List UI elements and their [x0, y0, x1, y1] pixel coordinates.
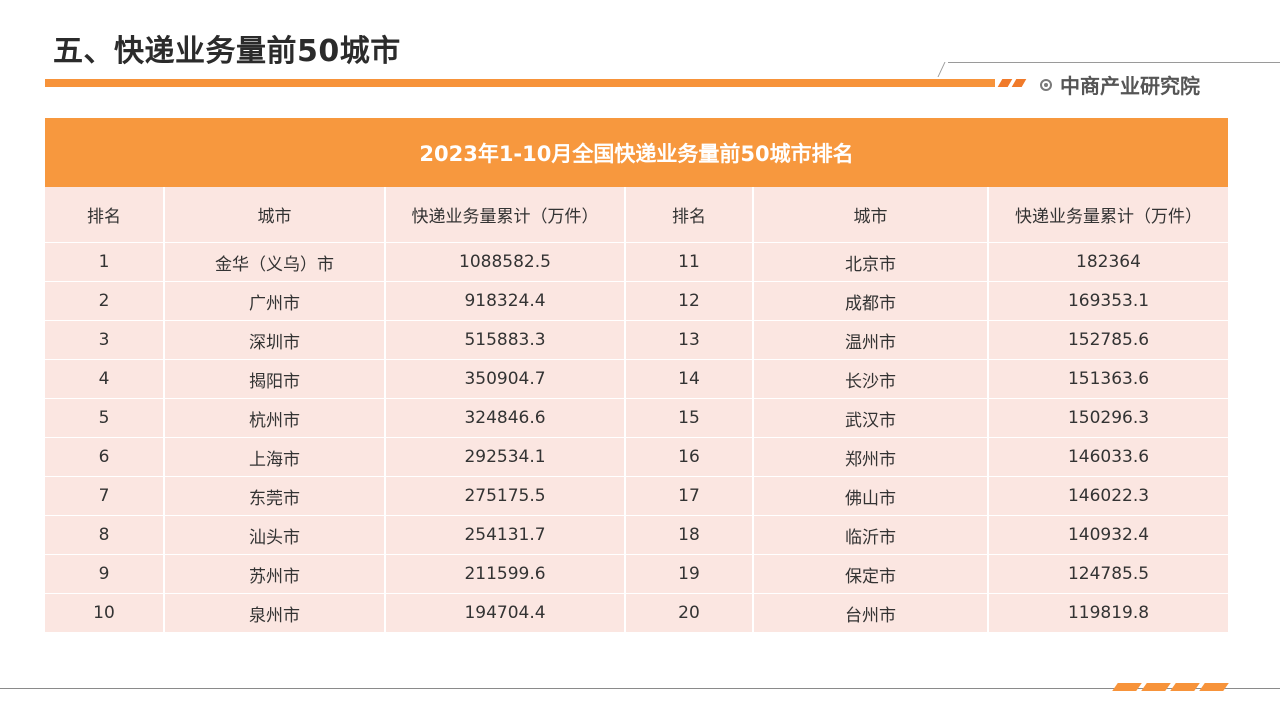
cell-city: 深圳市 [164, 320, 386, 360]
cell-rank: 4 [45, 359, 165, 399]
cell-city: 金华（义乌）市 [164, 242, 386, 282]
cell-rank: 13 [625, 320, 754, 360]
cell-rank: 20 [625, 593, 754, 633]
brand-logo: 中商产业研究院 [1040, 70, 1200, 99]
cell-rank: 9 [45, 554, 165, 594]
col-header-rank: 排名 [625, 187, 754, 243]
cell-rank: 6 [45, 437, 165, 477]
cell-city: 东莞市 [164, 476, 386, 516]
table-row: 9 苏州市 211599.6 19 保定市 124785.5 [45, 554, 1228, 594]
cell-value: 119819.8 [988, 593, 1228, 633]
cell-value: 350904.7 [385, 359, 626, 399]
cell-value: 194704.4 [385, 593, 626, 633]
cell-value: 275175.5 [385, 476, 626, 516]
cell-rank: 1 [45, 242, 165, 282]
cell-value: 146033.6 [988, 437, 1228, 477]
cell-rank: 17 [625, 476, 754, 516]
brand-name: 中商产业研究院 [1060, 74, 1200, 98]
cell-city: 苏州市 [164, 554, 386, 594]
table-row: 8 汕头市 254131.7 18 临沂市 140932.4 [45, 515, 1228, 555]
cell-city: 郑州市 [753, 437, 989, 477]
title-underline-bar [45, 79, 995, 87]
cell-city: 上海市 [164, 437, 386, 477]
cell-city: 保定市 [753, 554, 989, 594]
cell-value: 146022.3 [988, 476, 1228, 516]
table-row: 3 深圳市 515883.3 13 温州市 152785.6 [45, 320, 1228, 360]
cell-rank: 11 [625, 242, 754, 282]
cell-city: 北京市 [753, 242, 989, 282]
table-row: 7 东莞市 275175.5 17 佛山市 146022.3 [45, 476, 1228, 516]
cell-value: 324846.6 [385, 398, 626, 438]
cell-city: 温州市 [753, 320, 989, 360]
cell-value: 292534.1 [385, 437, 626, 477]
table-row: 10 泉州市 194704.4 20 台州市 119819.8 [45, 593, 1228, 633]
cell-city: 台州市 [753, 593, 989, 633]
col-header-city: 城市 [753, 187, 989, 243]
cell-city: 成都市 [753, 281, 989, 321]
table-row: 2 广州市 918324.4 12 成都市 169353.1 [45, 281, 1228, 321]
cell-rank: 19 [625, 554, 754, 594]
footer-accent-stripes [1112, 683, 1229, 691]
cell-value: 140932.4 [988, 515, 1228, 555]
header-divider-line [948, 62, 1280, 63]
cell-value: 124785.5 [988, 554, 1228, 594]
table-row: 5 杭州市 324846.6 15 武汉市 150296.3 [45, 398, 1228, 438]
cell-rank: 8 [45, 515, 165, 555]
page-title: 五、快递业务量前50城市 [53, 34, 401, 69]
cell-rank: 12 [625, 281, 754, 321]
cell-city: 长沙市 [753, 359, 989, 399]
table-row: 4 揭阳市 350904.7 14 长沙市 151363.6 [45, 359, 1228, 399]
table-row: 1 金华（义乌）市 1088582.5 11 北京市 182364 [45, 242, 1228, 282]
col-header-volume: 快递业务量累计（万件） [385, 187, 626, 243]
cell-city: 临沂市 [753, 515, 989, 555]
header-accent-stripes [997, 79, 1027, 87]
ranking-table: 2023年1-10月全国快递业务量前50城市排名 排名 城市 快递业务量累计（万… [45, 118, 1228, 633]
table-row: 6 上海市 292534.1 16 郑州市 146033.6 [45, 437, 1228, 477]
cell-value: 1088582.5 [385, 242, 626, 282]
ranking-grid: 排名 城市 快递业务量累计（万件） 排名 城市 快递业务量累计（万件） 1 金华（… [45, 187, 1228, 633]
cell-value: 169353.1 [988, 281, 1228, 321]
cell-rank: 15 [625, 398, 754, 438]
brand-circle-icon [1040, 78, 1052, 91]
col-header-rank: 排名 [45, 187, 165, 243]
table-body: 1 金华（义乌）市 1088582.5 11 北京市 182364 2 广州市 918324.4… [45, 242, 1228, 633]
cell-city: 武汉市 [753, 398, 989, 438]
header-divider-slant [937, 62, 946, 77]
cell-value: 182364 [988, 242, 1228, 282]
cell-city: 泉州市 [164, 593, 386, 633]
table-header-row: 排名 城市 快递业务量累计（万件） 排名 城市 快递业务量累计（万件） [45, 187, 1228, 243]
cell-rank: 5 [45, 398, 165, 438]
cell-value: 151363.6 [988, 359, 1228, 399]
cell-rank: 18 [625, 515, 754, 555]
cell-value: 515883.3 [385, 320, 626, 360]
col-header-volume: 快递业务量累计（万件） [988, 187, 1228, 243]
table-caption: 2023年1-10月全国快递业务量前50城市排名 [45, 118, 1228, 187]
cell-city: 佛山市 [753, 476, 989, 516]
cell-rank: 7 [45, 476, 165, 516]
cell-city: 杭州市 [164, 398, 386, 438]
cell-city: 揭阳市 [164, 359, 386, 399]
cell-value: 254131.7 [385, 515, 626, 555]
cell-value: 211599.6 [385, 554, 626, 594]
footer-line [0, 688, 1280, 689]
cell-rank: 10 [45, 593, 165, 633]
cell-rank: 14 [625, 359, 754, 399]
cell-rank: 3 [45, 320, 165, 360]
cell-value: 150296.3 [988, 398, 1228, 438]
cell-value: 152785.6 [988, 320, 1228, 360]
cell-city: 广州市 [164, 281, 386, 321]
cell-rank: 2 [45, 281, 165, 321]
cell-value: 918324.4 [385, 281, 626, 321]
cell-rank: 16 [625, 437, 754, 477]
cell-city: 汕头市 [164, 515, 386, 555]
col-header-city: 城市 [164, 187, 386, 243]
